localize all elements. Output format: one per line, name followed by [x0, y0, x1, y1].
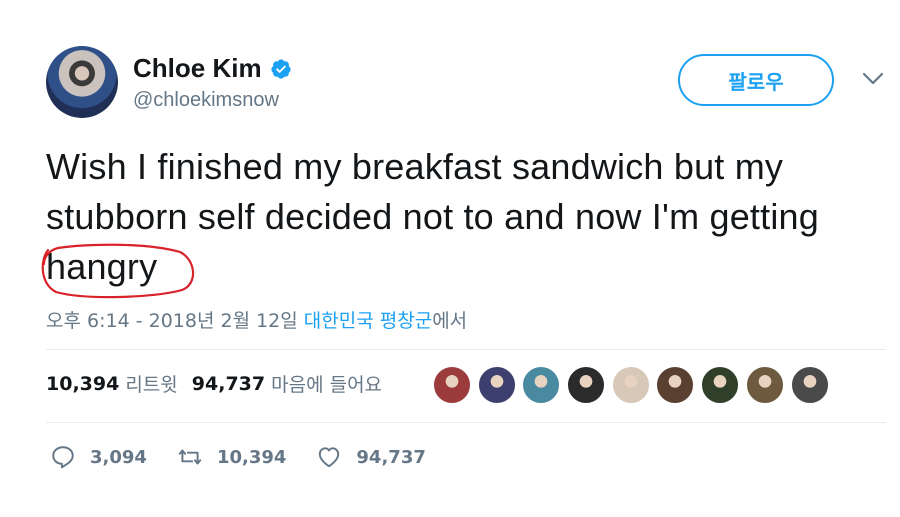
avatar[interactable] [46, 46, 118, 118]
tweet-text-body: Wish I finished my breakfast sandwich bu… [46, 146, 819, 237]
liker-avatar[interactable] [745, 366, 784, 404]
chevron-down-icon[interactable] [862, 72, 884, 86]
retweet-stat-count[interactable]: 10,394 [46, 373, 119, 395]
liker-avatar[interactable] [433, 366, 471, 404]
like-count: 94,737 [356, 446, 426, 468]
retweet-count: 10,394 [216, 446, 287, 468]
liker-avatar[interactable] [656, 366, 695, 404]
user-name-text: Chloe Kim [133, 53, 262, 83]
like-button[interactable]: 94,737 [316, 444, 426, 470]
user-name[interactable]: Chloe Kim [133, 53, 292, 84]
tweet-metadata: 오후 6:14 - 2018년 2월 12일 대한민국 평창군에서 [46, 306, 467, 333]
reply-count: 3,094 [90, 446, 147, 468]
like-stat-label[interactable]: 마음에 들어요 [271, 370, 382, 397]
reply-icon [52, 446, 74, 469]
liker-avatar[interactable] [701, 366, 740, 404]
user-handle[interactable]: @chloekimsnow [133, 89, 279, 112]
liker-avatar[interactable] [522, 366, 561, 404]
retweet-icon [178, 449, 202, 465]
annotated-word-text: hangry [46, 246, 158, 287]
tweet-location-suffix: 에서 [432, 310, 468, 332]
tweet-location-link[interactable]: 대한민국 평창군 [304, 310, 432, 332]
liker-avatar[interactable] [477, 366, 516, 404]
annotated-word: hangry [41, 242, 195, 299]
like-stat-count[interactable]: 94,737 [192, 373, 265, 395]
liker-avatar[interactable] [790, 366, 829, 404]
tweet-stats: 10,394 리트윗 94,737 마음에 들어요 [46, 370, 396, 397]
tweet-timestamp[interactable]: 오후 6:14 - 2018년 2월 12일 [46, 310, 304, 332]
retweet-stat-label[interactable]: 리트윗 [125, 370, 177, 397]
divider-top [46, 349, 886, 350]
verified-badge-icon [270, 58, 291, 79]
liker-avatars [433, 366, 835, 404]
retweet-button[interactable]: 10,394 [177, 444, 286, 470]
tweet-text: Wish I finished my breakfast sandwich bu… [41, 142, 896, 299]
follow-button[interactable]: 팔로우 [678, 54, 834, 106]
liker-avatar[interactable] [611, 366, 650, 404]
divider-bottom [46, 422, 886, 423]
reply-button[interactable]: 3,094 [50, 444, 147, 470]
heart-icon [319, 447, 340, 468]
tweet-actions: 3,094 10,394 94,737 [50, 444, 456, 470]
liker-avatar[interactable] [567, 366, 606, 404]
